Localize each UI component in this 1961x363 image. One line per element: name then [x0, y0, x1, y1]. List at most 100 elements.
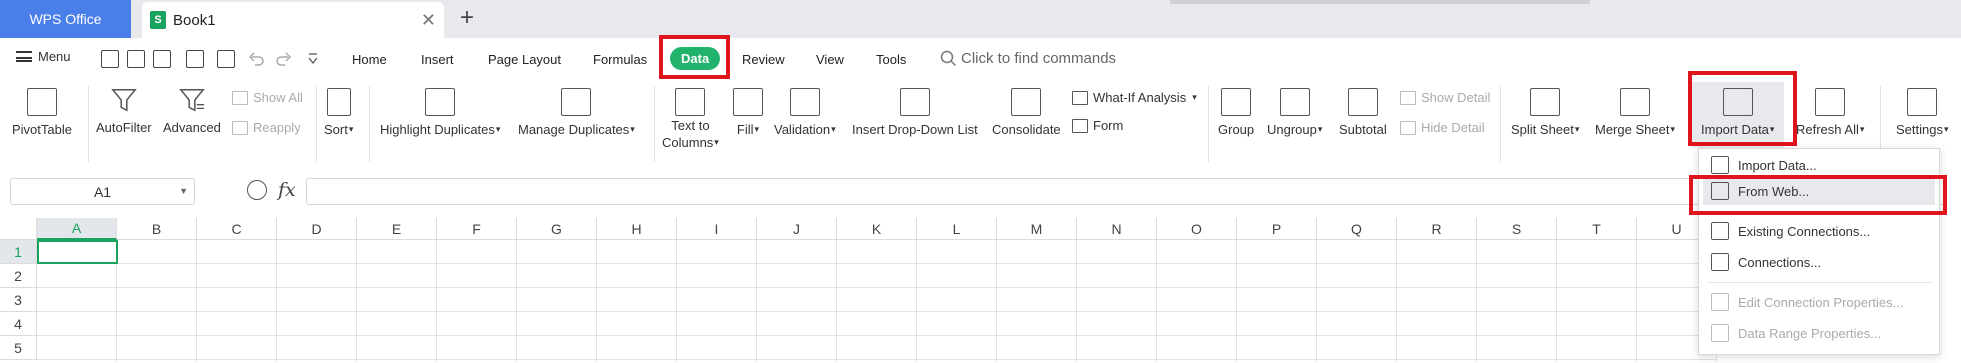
- column-header[interactable]: D: [277, 218, 357, 240]
- reapply-button[interactable]: Reapply: [232, 120, 301, 135]
- group-button[interactable]: Group: [1218, 88, 1254, 137]
- menu-item-connections[interactable]: Connections...: [1711, 253, 1821, 271]
- undo-icon[interactable]: [247, 50, 265, 68]
- subtotal-button[interactable]: Subtotal: [1339, 88, 1387, 137]
- column-header[interactable]: B: [117, 218, 197, 240]
- tab-view[interactable]: View: [816, 52, 844, 67]
- show-all-button[interactable]: Show All: [232, 90, 303, 105]
- text-to-columns-button[interactable]: Text to Columns▾: [662, 88, 719, 151]
- new-tab-button[interactable]: +: [460, 4, 474, 32]
- grid-column-line: [756, 240, 757, 362]
- column-header[interactable]: P: [1237, 218, 1317, 240]
- save-icon[interactable]: [127, 50, 145, 68]
- tab-review[interactable]: Review: [742, 52, 785, 67]
- tab-home[interactable]: Home: [352, 52, 387, 67]
- menu-button[interactable]: Menu: [16, 49, 71, 64]
- row-header[interactable]: 5: [0, 336, 37, 360]
- pivot-table-button[interactable]: PivotTable: [12, 88, 72, 137]
- highlight-from-web: [1689, 175, 1947, 215]
- select-all-corner[interactable]: [0, 218, 37, 240]
- group-label: Group: [1218, 122, 1255, 137]
- zoom-icon[interactable]: [247, 180, 267, 200]
- column-header[interactable]: E: [357, 218, 437, 240]
- redo-icon[interactable]: [275, 50, 293, 68]
- column-header[interactable]: S: [1477, 218, 1557, 240]
- menu-item-existing-connections-label: Existing Connections...: [1738, 223, 1871, 239]
- sort-button[interactable]: Sort▾: [324, 88, 353, 137]
- column-header[interactable]: Q: [1317, 218, 1397, 240]
- menu-item-edit-connection-properties[interactable]: Edit Connection Properties...: [1711, 293, 1903, 311]
- column-header[interactable]: M: [997, 218, 1077, 240]
- column-header[interactable]: H: [597, 218, 677, 240]
- column-header[interactable]: T: [1557, 218, 1637, 240]
- tab-insert[interactable]: Insert: [421, 52, 454, 67]
- formula-bar: A1 ▼ fx: [0, 174, 1961, 210]
- menu-item-data-range-properties-label: Data Range Properties...: [1738, 325, 1882, 341]
- column-header[interactable]: N: [1077, 218, 1157, 240]
- menu-item-existing-connections[interactable]: Existing Connections...: [1711, 222, 1870, 240]
- insert-dropdown-list-button[interactable]: Insert Drop-Down List: [852, 88, 978, 137]
- menu-item-data-range-properties[interactable]: Data Range Properties...: [1711, 324, 1881, 342]
- grid-column-line: [596, 240, 597, 362]
- column-header[interactable]: L: [917, 218, 997, 240]
- ungroup-button[interactable]: Ungroup▾: [1267, 88, 1322, 137]
- merge-sheet-icon: [1619, 88, 1650, 116]
- what-if-analysis-label: What-If Analysis: [1093, 90, 1187, 105]
- close-tab-icon[interactable]: ✕: [421, 10, 436, 31]
- chevron-down-icon[interactable]: ▼: [179, 186, 188, 196]
- export-pdf-icon[interactable]: [153, 50, 171, 68]
- manage-duplicates-button[interactable]: Manage Duplicates▾: [518, 88, 635, 137]
- validation-button[interactable]: Validation▾: [774, 88, 836, 137]
- show-detail-button[interactable]: Show Detail: [1400, 90, 1490, 105]
- column-header[interactable]: R: [1397, 218, 1477, 240]
- text-to-columns-icon: [675, 88, 706, 116]
- column-header[interactable]: A: [37, 218, 117, 240]
- settings-button[interactable]: Settings▾: [1896, 88, 1949, 137]
- row-header[interactable]: 4: [0, 312, 37, 336]
- tab-page-layout[interactable]: Page Layout: [488, 52, 561, 67]
- column-header[interactable]: J: [757, 218, 837, 240]
- grid-column-line: [1556, 240, 1557, 362]
- insert-dropdown-list-label: Insert Drop-Down List: [852, 122, 978, 137]
- row-header[interactable]: 1: [0, 240, 37, 264]
- consolidate-button[interactable]: Consolidate: [992, 88, 1061, 137]
- tab-tools[interactable]: Tools: [876, 52, 906, 67]
- active-cell[interactable]: [37, 240, 118, 264]
- column-header[interactable]: K: [837, 218, 917, 240]
- show-all-label: Show All: [253, 90, 303, 105]
- insert-dropdown-list-icon: [899, 88, 930, 116]
- command-search[interactable]: Click to find commands: [940, 50, 1116, 67]
- name-box[interactable]: A1 ▼: [10, 178, 195, 205]
- column-header[interactable]: G: [517, 218, 597, 240]
- column-header[interactable]: C: [197, 218, 277, 240]
- menu-bar: Menu Home Insert Page Layout Formulas Da…: [0, 44, 1961, 76]
- column-header[interactable]: F: [437, 218, 517, 240]
- tab-formulas[interactable]: Formulas: [593, 52, 647, 67]
- advanced-filter-button[interactable]: Advanced: [163, 86, 221, 135]
- row-header[interactable]: 3: [0, 288, 37, 312]
- grid-column-line: [1156, 240, 1157, 362]
- what-if-analysis-button[interactable]: What-If Analysis ▾: [1072, 90, 1197, 105]
- print-icon[interactable]: [186, 50, 204, 68]
- column-header[interactable]: I: [677, 218, 757, 240]
- autofilter-button[interactable]: AutoFilter: [96, 86, 152, 135]
- spreadsheet-grid: ABCDEFGHIJKLMNOPQRSTU 12345: [0, 218, 1961, 363]
- customize-quick-access-icon[interactable]: [307, 52, 325, 70]
- hide-detail-button[interactable]: Hide Detail: [1400, 120, 1485, 135]
- column-header[interactable]: O: [1157, 218, 1237, 240]
- form-button[interactable]: Form: [1072, 118, 1123, 133]
- document-tab[interactable]: S Book1 ✕: [142, 2, 444, 38]
- merge-sheet-button[interactable]: Merge Sheet▾: [1595, 88, 1675, 137]
- fill-button[interactable]: Fill▾: [733, 88, 763, 137]
- function-icon[interactable]: fx: [278, 179, 296, 201]
- menu-item-import-data[interactable]: Import Data...: [1711, 156, 1817, 174]
- split-sheet-button[interactable]: Split Sheet▾: [1511, 88, 1579, 137]
- consolidate-label: Consolidate: [992, 122, 1061, 137]
- highlight-duplicates-button[interactable]: Highlight Duplicates▾: [380, 88, 500, 137]
- open-folder-icon[interactable]: [101, 50, 119, 68]
- grid-column-line: [1316, 240, 1317, 362]
- wps-office-tab[interactable]: WPS Office: [0, 0, 131, 38]
- print-preview-icon[interactable]: [217, 50, 235, 68]
- row-header[interactable]: 2: [0, 264, 37, 288]
- refresh-all-button[interactable]: Refresh All▾: [1796, 88, 1864, 137]
